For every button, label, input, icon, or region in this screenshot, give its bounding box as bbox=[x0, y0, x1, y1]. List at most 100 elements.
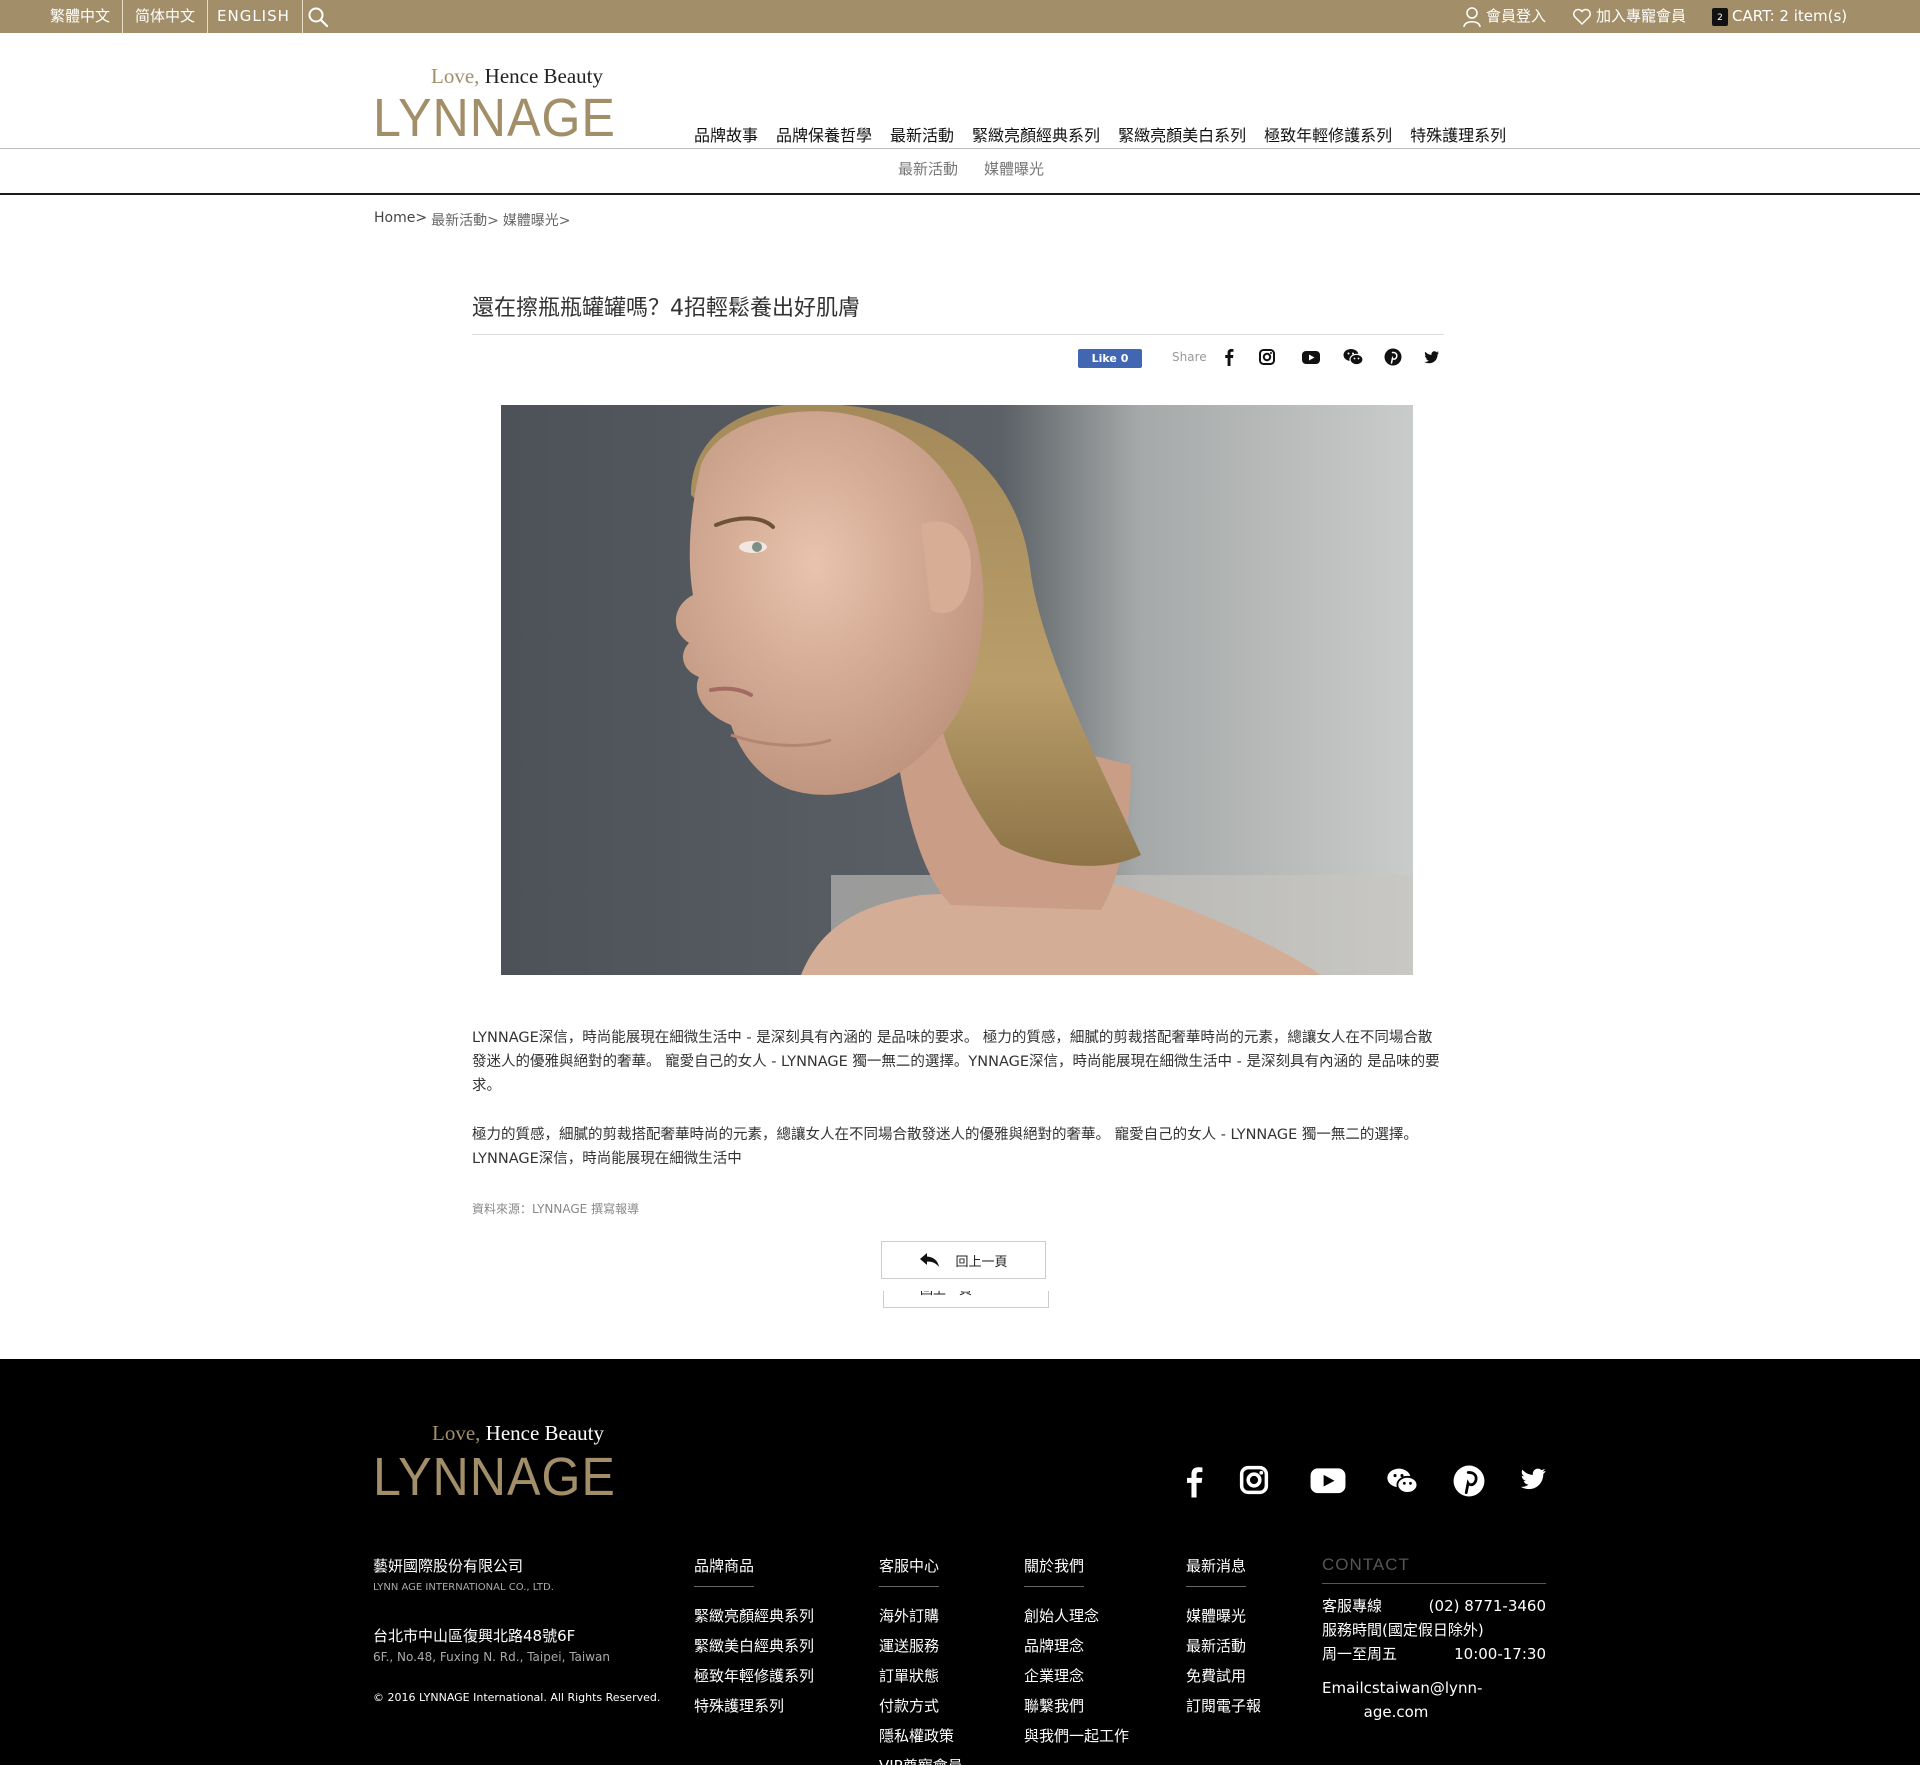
contact-block: CONTACT 客服專線 (02) 8771-3460 服務時間(國定假日除外)… bbox=[1322, 1555, 1546, 1724]
facebook-icon[interactable] bbox=[1218, 346, 1240, 368]
footer-link[interactable]: VIP尊寵會員 bbox=[879, 1751, 963, 1765]
company-info: 藝妍國際股份有限公司 LYNN AGE INTERNATIONAL CO., L… bbox=[373, 1555, 554, 1593]
facebook-like-button[interactable]: Like 0 bbox=[1078, 349, 1142, 368]
twitter-icon[interactable] bbox=[1420, 346, 1442, 368]
footer-col-heading: 最新消息 bbox=[1186, 1555, 1247, 1587]
footer-col-about: 關於我們 創始人理念 品牌理念 企業理念 聯繫我們 與我們一起工作 bbox=[1024, 1555, 1129, 1751]
hotline-label: 客服專線 bbox=[1322, 1597, 1383, 1615]
nav-classic-series[interactable]: 緊緻亮顏經典系列 bbox=[972, 122, 1100, 146]
subnav-divider bbox=[0, 193, 1920, 195]
footer-link[interactable]: 付款方式 bbox=[879, 1691, 963, 1721]
footer-link[interactable]: 運送服務 bbox=[879, 1631, 963, 1661]
email-address[interactable]: cstaiwan@lynn-age.com bbox=[1364, 1676, 1546, 1724]
cart-bag-icon: 2 bbox=[1712, 7, 1728, 26]
footer-link[interactable]: 極致年輕修護系列 bbox=[694, 1661, 814, 1691]
vip-join-link[interactable]: 加入專寵會員 bbox=[1572, 0, 1686, 33]
copyright: © 2016 LYNNAGE International. All Rights… bbox=[373, 1691, 661, 1704]
wechat-icon[interactable] bbox=[1342, 346, 1364, 368]
nav-special-care-series[interactable]: 特殊護理系列 bbox=[1410, 122, 1506, 146]
footer-link[interactable]: 訂單狀態 bbox=[879, 1661, 963, 1691]
footer-twitter-icon[interactable] bbox=[1516, 1464, 1548, 1494]
footer-link[interactable]: 創始人理念 bbox=[1024, 1601, 1129, 1631]
subnav-latest-events[interactable]: 最新活動 bbox=[898, 158, 958, 179]
back-button-shadow: 回上一頁 bbox=[883, 1291, 1049, 1308]
footer-link[interactable]: 緊緻亮顏經典系列 bbox=[694, 1601, 814, 1631]
footer-youtube-icon[interactable] bbox=[1308, 1464, 1348, 1496]
footer-link[interactable]: 訂閱電子報 bbox=[1186, 1691, 1261, 1721]
footer-logo-tagline: Love, Hence Beauty bbox=[432, 1421, 605, 1445]
footer-facebook-icon[interactable] bbox=[1180, 1464, 1208, 1498]
footer-link[interactable]: 品牌理念 bbox=[1024, 1631, 1129, 1661]
vip-label: 加入專寵會員 bbox=[1596, 7, 1687, 25]
footer-link[interactable]: 企業理念 bbox=[1024, 1661, 1129, 1691]
company-name-en: LYNN AGE INTERNATIONAL CO., LTD. bbox=[373, 1582, 554, 1593]
top-bar: 繁體中文 简体中文 ENGLISH 會員登入 加入專寵會員 2 CART: 2 … bbox=[0, 0, 1920, 33]
service-days: 周一至周五 bbox=[1322, 1645, 1398, 1663]
contact-heading: CONTACT bbox=[1322, 1555, 1546, 1584]
nav-brand-story[interactable]: 品牌故事 bbox=[694, 122, 758, 146]
article-source: 資料來源：LYNNAGE 撰寫報導 bbox=[472, 1202, 640, 1216]
footer-col-service: 客服中心 海外訂購 運送服務 訂單狀態 付款方式 隱私權政策 VIP尊寵會員 bbox=[879, 1555, 963, 1765]
main-nav: 品牌故事 品牌保養哲學 最新活動 緊緻亮顏經典系列 緊緻亮顏美白系列 極致年輕修… bbox=[694, 122, 1524, 146]
cart-label: CART: 2 item(s) bbox=[1732, 7, 1848, 25]
nav-whitening-series[interactable]: 緊緻亮顏美白系列 bbox=[1118, 122, 1246, 146]
footer: Love, Hence Beauty LYNNAGE 藝妍國際股份有限公司 LY… bbox=[0, 1359, 1920, 1765]
portrait-illustration bbox=[501, 405, 1413, 975]
lang-simplified-chinese[interactable]: 简体中文 bbox=[123, 0, 209, 33]
footer-wechat-icon[interactable] bbox=[1382, 1464, 1422, 1498]
header-divider bbox=[0, 148, 1920, 149]
login-label: 會員登入 bbox=[1486, 7, 1547, 25]
share-label: Share bbox=[1172, 350, 1207, 364]
search-icon[interactable] bbox=[306, 5, 330, 29]
breadcrumb-media[interactable]: 媒體曝光> bbox=[503, 210, 571, 230]
footer-col-products: 品牌商品 緊緻亮顏經典系列 緊緻美白經典系列 極致年輕修護系列 特殊護理系列 bbox=[694, 1555, 814, 1721]
instagram-icon[interactable] bbox=[1256, 346, 1278, 368]
header-logo[interactable]: Love, Hence Beauty LYNNAGE bbox=[373, 64, 634, 145]
footer-col-heading: 客服中心 bbox=[879, 1555, 940, 1587]
subnav-media[interactable]: 媒體曝光 bbox=[984, 158, 1044, 179]
footer-col-heading: 品牌商品 bbox=[694, 1555, 755, 1587]
article-title: 還在擦瓶瓶罐罐嗎？4招輕鬆養出好肌膚 bbox=[472, 296, 860, 321]
footer-link[interactable]: 免費試用 bbox=[1186, 1661, 1261, 1691]
cart-link[interactable]: 2 CART: 2 item(s) bbox=[1712, 0, 1847, 33]
address-en: 6F., No.48, Fuxing N. Rd., Taipei, Taiwa… bbox=[373, 1650, 610, 1664]
user-icon bbox=[1463, 6, 1481, 27]
footer-link[interactable]: 隱私權政策 bbox=[879, 1721, 963, 1751]
footer-col-heading: 關於我們 bbox=[1024, 1555, 1085, 1587]
nav-youth-repair-series[interactable]: 極致年輕修護系列 bbox=[1264, 122, 1392, 146]
footer-link[interactable]: 聯繫我們 bbox=[1024, 1691, 1129, 1721]
back-arrow-icon bbox=[920, 1253, 940, 1267]
nav-latest-events[interactable]: 最新活動 bbox=[890, 122, 954, 146]
lang-english[interactable]: ENGLISH bbox=[205, 0, 303, 33]
logo-wordmark: LYNNAGE bbox=[373, 88, 616, 148]
breadcrumb-events[interactable]: 最新活動> bbox=[431, 210, 499, 230]
hotline-number[interactable]: (02) 8771-3460 bbox=[1429, 1594, 1546, 1618]
pinterest-icon[interactable] bbox=[1382, 346, 1404, 368]
login-link[interactable]: 會員登入 bbox=[1462, 0, 1546, 33]
back-button[interactable]: 回上一頁 bbox=[881, 1241, 1046, 1279]
footer-link[interactable]: 與我們一起工作 bbox=[1024, 1721, 1129, 1751]
breadcrumb-home[interactable]: Home> bbox=[374, 210, 427, 230]
company-name-cn: 藝妍國際股份有限公司 bbox=[373, 1557, 524, 1575]
service-hours-label: 服務時間(國定假日除外) bbox=[1322, 1621, 1484, 1639]
footer-pinterest-icon[interactable] bbox=[1452, 1464, 1486, 1498]
service-hours: 10:00-17:30 bbox=[1454, 1645, 1546, 1663]
article-hero-image bbox=[501, 405, 1413, 975]
footer-link[interactable]: 最新活動 bbox=[1186, 1631, 1261, 1661]
article-paragraph-2: 極力的質感，細膩的剪裁搭配奢華時尚的元素，總讓女人在不同場合散發迷人的優雅與絕對… bbox=[472, 1127, 1418, 1167]
nav-skincare-philosophy[interactable]: 品牌保養哲學 bbox=[776, 122, 872, 146]
address-cn: 台北市中山區復興北路48號6F bbox=[373, 1627, 576, 1645]
title-divider bbox=[472, 334, 1444, 335]
footer-logo[interactable]: Love, Hence Beauty LYNNAGE bbox=[373, 1421, 634, 1504]
footer-link[interactable]: 海外訂購 bbox=[879, 1601, 963, 1631]
back-button-label: 回上一頁 bbox=[955, 1254, 1008, 1270]
logo-tagline: Love, Hence Beauty bbox=[431, 64, 604, 88]
footer-instagram-icon[interactable] bbox=[1238, 1464, 1270, 1496]
footer-link[interactable]: 特殊護理系列 bbox=[694, 1691, 814, 1721]
footer-link[interactable]: 緊緻美白經典系列 bbox=[694, 1631, 814, 1661]
youtube-icon[interactable] bbox=[1300, 346, 1322, 368]
lang-traditional-chinese[interactable]: 繁體中文 bbox=[38, 0, 124, 33]
email-label: Email bbox=[1322, 1679, 1364, 1697]
breadcrumb: Home> 最新活動> 媒體曝光> bbox=[374, 210, 571, 230]
footer-link[interactable]: 媒體曝光 bbox=[1186, 1601, 1261, 1631]
